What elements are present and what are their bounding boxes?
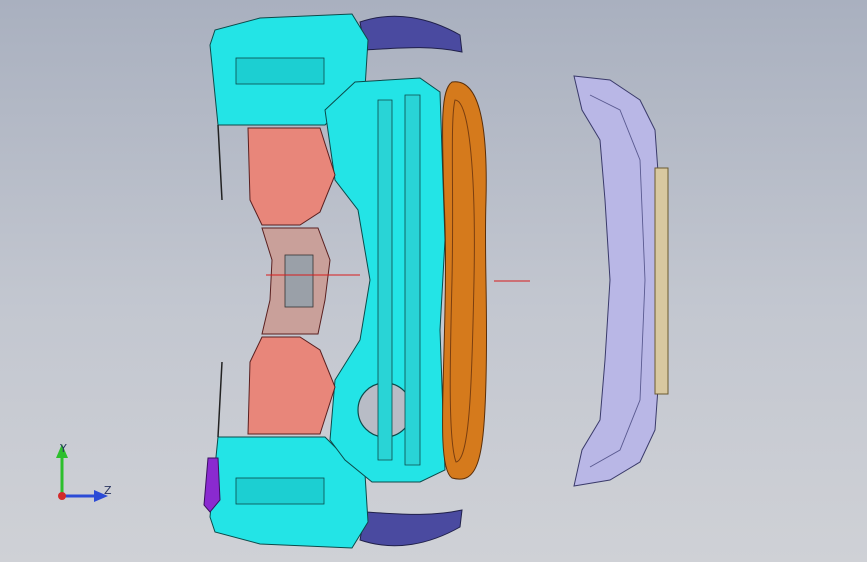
bumper-reinforcement-strip[interactable]: [654, 167, 669, 395]
x-axis-dot: [58, 492, 66, 500]
front-bumper-fascia[interactable]: [573, 75, 663, 487]
inner-panel[interactable]: [247, 127, 336, 435]
frame-edge-left: [217, 124, 223, 438]
model-scene[interactable]: [0, 0, 867, 562]
headlamp-bracket-bottom[interactable]: [359, 509, 463, 547]
z-axis-label: Z: [104, 484, 112, 497]
radiator-fan-assembly[interactable]: [442, 81, 488, 480]
y-axis-label: Y: [60, 442, 67, 455]
coordinate-triad: Y Z: [50, 440, 120, 506]
cad-3d-viewport[interactable]: Y Z: [0, 0, 867, 562]
headlamp-bracket-top[interactable]: [359, 15, 463, 53]
